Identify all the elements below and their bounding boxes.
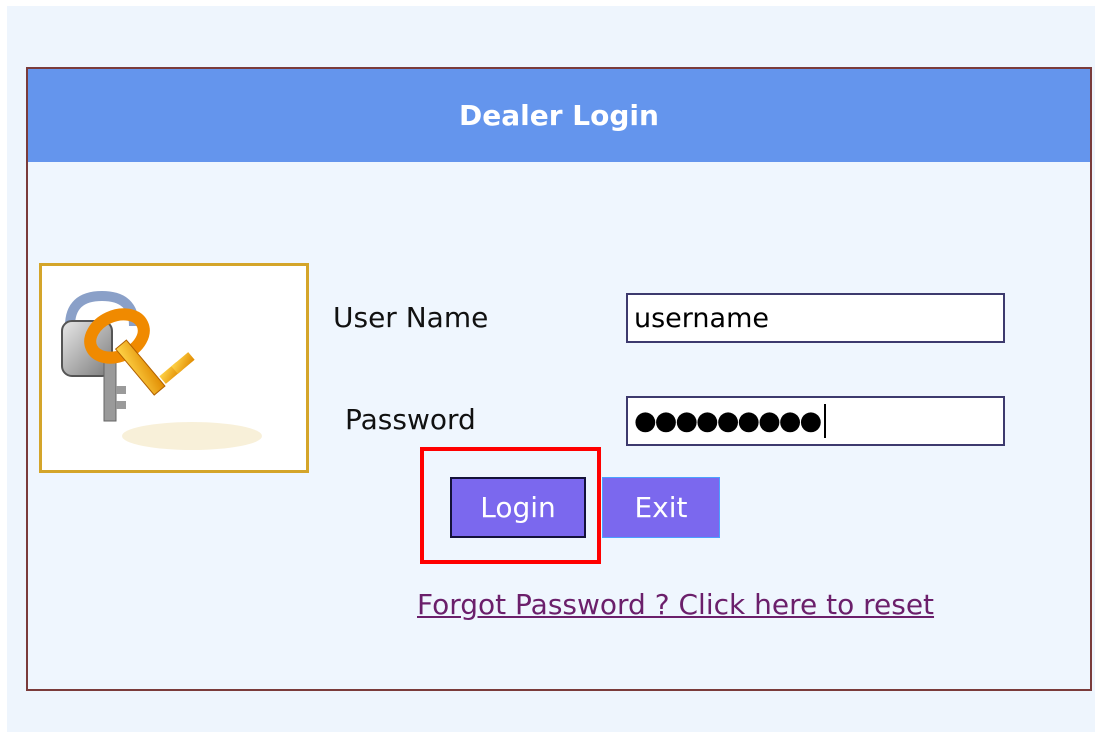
username-value: username	[634, 302, 769, 334]
keys-icon	[39, 263, 309, 473]
password-label: Password	[345, 403, 476, 436]
reset-password-link[interactable]: Forgot Password ? Click here to reset	[417, 588, 934, 621]
panel-title: Dealer Login	[459, 99, 659, 132]
exit-button[interactable]: Exit	[602, 477, 720, 538]
login-button[interactable]: Login	[450, 477, 586, 538]
text-cursor	[824, 404, 827, 438]
password-value: ●●●●●●●●●	[634, 406, 822, 436]
username-label: User Name	[333, 301, 489, 334]
username-field[interactable]: username	[626, 293, 1005, 343]
panel-header: Dealer Login	[28, 69, 1090, 162]
password-field[interactable]: ●●●●●●●●●	[626, 396, 1005, 446]
